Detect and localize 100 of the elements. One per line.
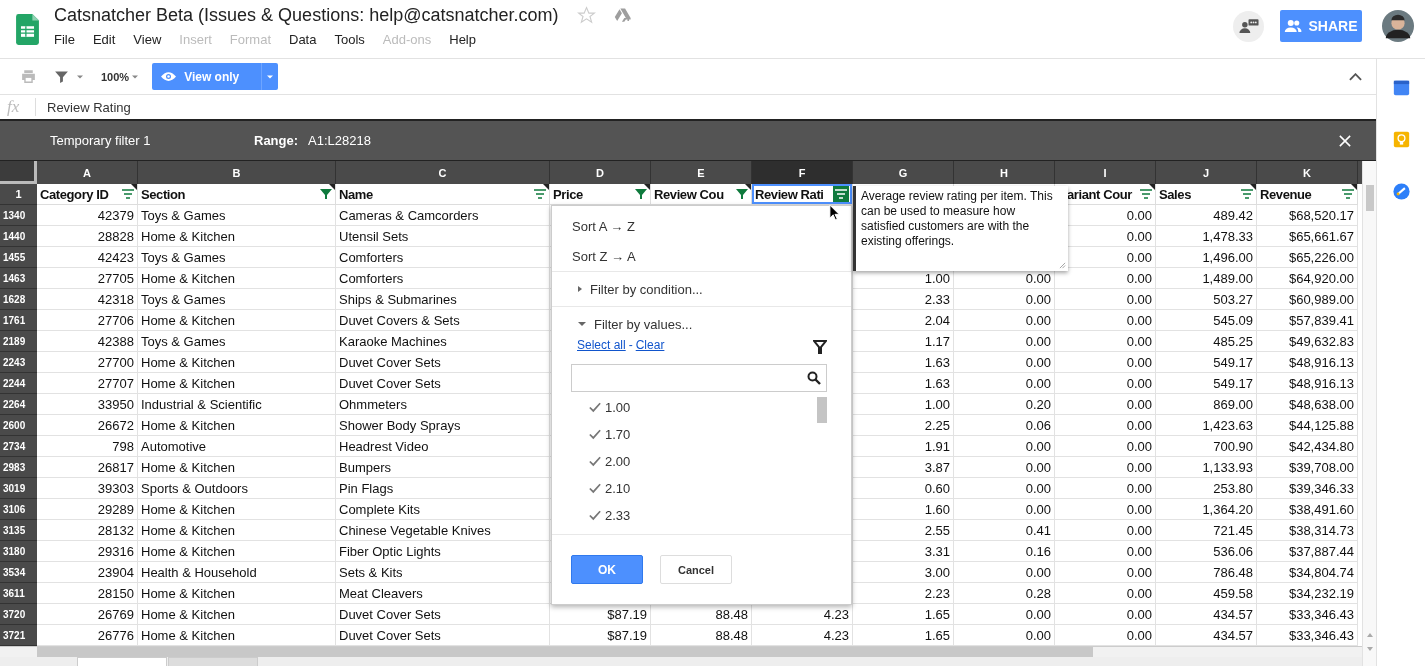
table-cell: 28828 <box>97 228 134 244</box>
column-header[interactable]: I <box>1055 161 1156 184</box>
tasks-icon[interactable] <box>1392 183 1410 200</box>
funnel-icon[interactable] <box>813 340 827 354</box>
row-header[interactable]: 3180 <box>0 541 37 562</box>
star-icon[interactable] <box>576 6 596 25</box>
value-option[interactable]: 2.10 <box>605 481 631 496</box>
column-header[interactable]: H <box>954 161 1055 184</box>
row-header[interactable]: 1 <box>0 184 37 205</box>
menu-item[interactable]: Data <box>289 32 324 47</box>
select-all-link[interactable]: Select all <box>577 338 626 352</box>
comments-icon[interactable] <box>1233 10 1264 42</box>
row-header[interactable]: 2983 <box>0 457 37 478</box>
scroll-down-icon[interactable] <box>1366 647 1373 651</box>
check-icon[interactable] <box>589 402 601 413</box>
menu-item[interactable]: Edit <box>92 32 123 47</box>
table-cell: $38,491.60 <box>1288 501 1354 517</box>
caret-icon[interactable] <box>77 74 83 79</box>
row-header[interactable]: 3720 <box>0 604 37 625</box>
filter-by-condition-toggle[interactable]: Filter by condition... <box>552 278 851 300</box>
row-header[interactable]: 1340 <box>0 205 37 226</box>
drive-icon[interactable] <box>613 6 633 25</box>
filter-menu-icon[interactable] <box>1241 188 1253 200</box>
row-header[interactable]: 2189 <box>0 331 37 352</box>
select-all-corner[interactable] <box>0 161 37 184</box>
row-header[interactable]: 1440 <box>0 226 37 247</box>
column-header[interactable]: A <box>37 161 138 184</box>
table-cell: 0.00 <box>1025 375 1051 391</box>
check-icon[interactable] <box>589 483 601 494</box>
menu-item[interactable]: File <box>54 32 82 47</box>
column-header[interactable]: D <box>550 161 651 184</box>
clear-link[interactable]: Clear <box>635 338 665 352</box>
table-cell: Comforters <box>339 270 404 286</box>
formula-field[interactable]: Review Rating <box>47 99 131 115</box>
column-header[interactable]: F <box>752 161 853 184</box>
cancel-button[interactable]: Cancel <box>660 555 732 584</box>
sort-descending-option[interactable]: Sort Z → A <box>552 241 851 271</box>
table-cell: Complete Kits <box>339 501 420 517</box>
document-title[interactable]: Catsnatcher Beta (Issues & Questions: help@catsnatcher.com) <box>54 5 559 26</box>
scroll-thumb[interactable] <box>37 647 1093 657</box>
filter-menu-icon[interactable] <box>1140 188 1152 200</box>
filter-menu-button[interactable] <box>833 186 849 202</box>
calendar-icon[interactable] <box>1392 79 1410 96</box>
filter-menu-icon[interactable] <box>122 188 134 200</box>
value-option[interactable]: 2.00 <box>605 454 631 469</box>
row-header[interactable]: 1463 <box>0 268 37 289</box>
row-header[interactable]: 3534 <box>0 562 37 583</box>
row-header[interactable]: 3135 <box>0 520 37 541</box>
caret-icon[interactable] <box>132 74 139 79</box>
check-icon[interactable] <box>589 510 601 521</box>
menu-item[interactable]: Tools <box>334 32 372 47</box>
row-header[interactable]: 2244 <box>0 373 37 394</box>
print-icon[interactable] <box>20 68 37 85</box>
list-scrollbar[interactable] <box>817 397 827 423</box>
menu-item[interactable]: Help <box>449 32 483 47</box>
value-option[interactable]: 1.70 <box>605 427 631 442</box>
avatar[interactable] <box>1382 10 1414 42</box>
row-header[interactable]: 3019 <box>0 478 37 499</box>
sort-ascending-option[interactable]: Sort A → Z <box>552 211 851 241</box>
row-header[interactable]: 2734 <box>0 436 37 457</box>
close-icon[interactable] <box>1339 134 1351 147</box>
value-option[interactable]: 1.00 <box>605 400 631 415</box>
row-header[interactable]: 3721 <box>0 625 37 646</box>
row-header[interactable]: 2600 <box>0 415 37 436</box>
header-cell-text: Price <box>553 186 584 202</box>
scroll-up-icon[interactable] <box>1366 633 1373 637</box>
column-header[interactable]: B <box>138 161 336 184</box>
column-header[interactable]: C <box>336 161 550 184</box>
search-field[interactable] <box>571 364 827 392</box>
row-header[interactable]: 3106 <box>0 499 37 520</box>
row-header[interactable]: 2243 <box>0 352 37 373</box>
check-icon[interactable] <box>589 429 601 440</box>
table-cell: $42,434.80 <box>1288 438 1354 454</box>
scroll-thumb[interactable] <box>1365 185 1374 211</box>
row-header[interactable]: 3611 <box>0 583 37 604</box>
menu-item[interactable]: View <box>133 32 169 47</box>
table-cell: 0.00 <box>1126 543 1152 559</box>
table-cell: Headrest Video <box>339 438 429 454</box>
filter-by-values-toggle[interactable]: Filter by values... <box>552 313 851 335</box>
row-header[interactable]: 1761 <box>0 310 37 331</box>
search-icon[interactable] <box>807 371 821 385</box>
table-cell: 1.65 <box>924 627 950 643</box>
check-icon[interactable] <box>589 456 601 467</box>
row-header[interactable]: 1628 <box>0 289 37 310</box>
value-option[interactable]: 2.33 <box>605 508 631 523</box>
filter-menu-icon[interactable] <box>534 188 546 200</box>
column-header[interactable]: K <box>1257 161 1358 184</box>
mode-dropdown-button[interactable] <box>261 63 279 90</box>
resize-grip-icon[interactable] <box>1059 262 1066 269</box>
row-header[interactable]: 1455 <box>0 247 37 268</box>
column-header[interactable]: G <box>853 161 954 184</box>
column-header[interactable]: J <box>1156 161 1257 184</box>
row-header[interactable]: 2264 <box>0 394 37 415</box>
zoom-select[interactable]: 100% <box>101 70 130 83</box>
header-cell-text: Review Cou <box>654 186 725 202</box>
lightbulb-icon[interactable] <box>1392 131 1410 148</box>
sheets-logo-icon[interactable] <box>16 14 39 45</box>
filter-menu-icon[interactable] <box>1342 188 1354 200</box>
collapse-icon[interactable] <box>1349 72 1362 81</box>
table-cell: 42318 <box>97 291 134 307</box>
